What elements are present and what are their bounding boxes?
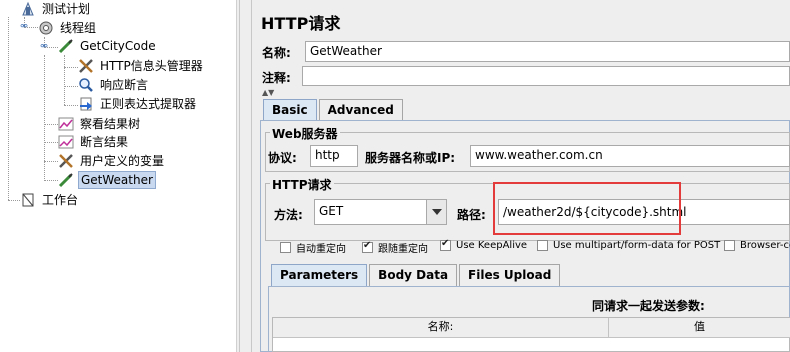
checkbox-box [362, 240, 373, 253]
tree-node-thread-group[interactable]: 线程组 [38, 19, 98, 37]
chart-icon [58, 134, 74, 150]
tree-node-response-assertion[interactable]: 响应断言 [78, 76, 150, 94]
tab-body-data[interactable]: Body Data [369, 264, 458, 286]
tree-node-label: 线程组 [60, 21, 97, 35]
multipart-checkbox[interactable]: Use multipart/form-data for POST [537, 240, 720, 251]
path-label: 路径: [457, 208, 486, 222]
tree-node-label: 测试计划 [42, 2, 91, 16]
protocol-input[interactable]: http [310, 145, 358, 167]
checkbox-box [724, 240, 735, 251]
dropdown-arrow-icon[interactable] [426, 200, 446, 224]
server-input[interactable]: www.weather.com.cn [470, 145, 790, 167]
tree-node-label: 正则表达式提取器 [100, 97, 197, 111]
tree-node-workbench[interactable]: 工作台 [20, 191, 80, 209]
test-plan-icon [20, 1, 36, 17]
table-header-name[interactable]: 名称: [273, 318, 609, 338]
tree-node-user-variables[interactable]: 用户定义的变量 [58, 152, 166, 170]
table-header-value[interactable]: 值 [609, 318, 790, 338]
magnifier-icon [78, 77, 94, 93]
follow-redirects-checkbox[interactable]: 跟随重定向 [362, 240, 428, 255]
protocol-label: 协议: [268, 151, 297, 165]
collapse-toggle-icon[interactable]: ⚮ [20, 23, 28, 32]
pipette-icon [58, 172, 74, 188]
comment-label: 注释: [262, 71, 291, 85]
tree-node-assertion-results[interactable]: 断言结果 [58, 133, 130, 151]
browser-compatible-checkbox[interactable]: Browser-co [724, 240, 790, 251]
tree-node-getcitycode[interactable]: GetCityCode [58, 37, 158, 55]
test-plan-tree: ⚮ ⚮ 测试计划 线程组 GetCityCode HTTP信息头管理器 响应断言 [0, 0, 236, 352]
tab-basic[interactable]: Basic [263, 99, 317, 121]
tab-advanced[interactable]: Advanced [318, 99, 403, 121]
tree-node-label: 断言结果 [80, 135, 129, 149]
collapse-grip-icon[interactable]: ▲▼ [262, 88, 274, 97]
method-label: 方法: [274, 208, 303, 222]
collapse-toggle-icon[interactable]: ⚮ [40, 43, 48, 52]
pane-splitter[interactable] [236, 0, 256, 352]
tools-icon [78, 58, 94, 74]
tree-node-label: GetWeather [78, 171, 156, 189]
http-request-panel: HTTP请求 名称: GetWeather 注释: ▲▼ Basic Advan… [256, 0, 790, 352]
name-label: 名称: [262, 46, 291, 60]
arrow-doc-icon [78, 96, 94, 112]
redirect-auto-checkbox[interactable]: 自动重定向 [280, 240, 346, 255]
name-input[interactable]: GetWeather [305, 41, 790, 62]
tree-node-label: GetCityCode [80, 39, 156, 53]
tree-node-getweather[interactable]: GetWeather [58, 171, 156, 189]
checkbox-box [537, 240, 548, 251]
tree-node-label: HTTP信息头管理器 [100, 59, 203, 73]
tree-node-test-plan[interactable]: 测试计划 [20, 0, 92, 18]
web-server-legend: Web服务器 [270, 125, 340, 142]
page-title: HTTP请求 [261, 14, 341, 33]
tree-node-label: 察看结果树 [80, 117, 141, 131]
tree-node-label: 响应断言 [100, 78, 149, 92]
tab-files-upload[interactable]: Files Upload [459, 264, 561, 286]
http-request-legend: HTTP请求 [270, 176, 334, 193]
tree-node-header-manager[interactable]: HTTP信息头管理器 [78, 57, 205, 75]
checkbox-box [280, 242, 291, 253]
params-caption: 同请求一起发送参数: [592, 299, 705, 313]
server-label: 服务器名称或IP: [365, 151, 456, 165]
gear-icon [38, 20, 54, 36]
checkbox-box [440, 238, 451, 251]
tools-icon [58, 153, 74, 169]
method-select[interactable]: GET [314, 199, 447, 225]
tree-node-label: 用户定义的变量 [80, 154, 165, 168]
comment-input[interactable] [302, 66, 790, 86]
keepalive-checkbox[interactable]: Use KeepAlive [440, 238, 527, 251]
tab-parameters[interactable]: Parameters [271, 264, 368, 286]
pipette-icon [58, 38, 74, 54]
chart-icon [58, 116, 74, 132]
tree-node-regex-extractor[interactable]: 正则表达式提取器 [78, 95, 198, 113]
tree-node-view-results-tree[interactable]: 察看结果树 [58, 115, 142, 133]
highlight-box [493, 182, 681, 235]
method-value: GET [319, 204, 344, 218]
workbench-icon [20, 192, 36, 208]
tree-node-label: 工作台 [42, 193, 79, 207]
